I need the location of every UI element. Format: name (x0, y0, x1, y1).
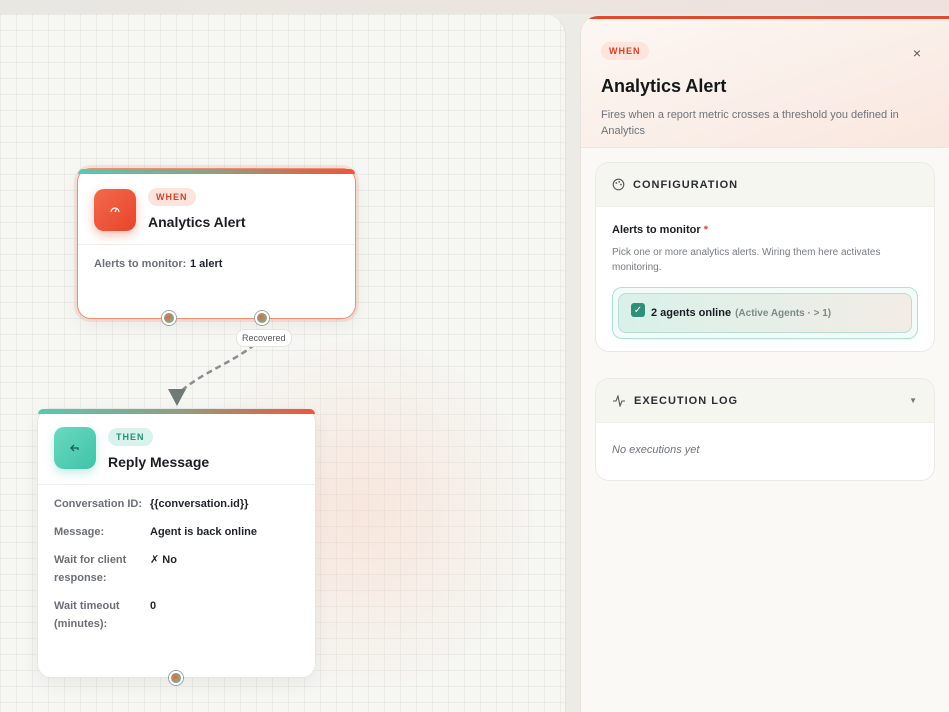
panel-header: WHEN Analytics Alert Fires when a report… (581, 19, 949, 148)
execution-log-empty: No executions yet (612, 444, 700, 456)
node-field: Message: Agent is back online (54, 523, 299, 541)
configuration-card: CONFIGURATION Alerts to monitor * Pick o… (595, 162, 935, 352)
field-label: Alerts to monitor * (612, 224, 918, 236)
panel-when-badge: WHEN (601, 42, 649, 60)
node-field: Wait for client response: ✗ No (54, 551, 299, 587)
then-node[interactable]: THEN Reply Message Conversation ID: {{co… (37, 408, 316, 678)
edge-label[interactable]: Recovered (236, 329, 292, 347)
node-field: Wait timeout (minutes): 0 (54, 597, 299, 633)
field-key: Wait for client response: (54, 554, 127, 584)
execution-log-heading: EXECUTION LOG (634, 394, 739, 407)
then-badge: THEN (108, 428, 153, 446)
field-value: ✗ No (150, 554, 177, 566)
alerts-multiselect[interactable]: ✓ 2 agents online (Active Agents · > 1) (612, 287, 918, 339)
reply-icon (54, 427, 96, 469)
execution-log-header[interactable]: EXECUTION LOG ▼ (596, 379, 934, 423)
activity-icon (613, 394, 625, 407)
field-help: Pick one or more analytics alerts. Wirin… (612, 247, 881, 273)
field-label-text: Alerts to monitor (612, 224, 701, 236)
checkbox[interactable]: ✓ (631, 303, 645, 317)
gauge-icon (94, 189, 136, 231)
node-field: Conversation ID: {{conversation.id}} (54, 495, 299, 513)
node-field: Alerts to monitor: 1 alert (94, 255, 339, 273)
node-header: THEN Reply Message (38, 409, 315, 485)
field-value: 1 alert (190, 258, 223, 270)
field-value: 0 (150, 600, 157, 612)
node-accent-bar (78, 169, 355, 174)
alert-option[interactable]: ✓ 2 agents online (Active Agents · > 1) (618, 293, 912, 333)
configuration-header: CONFIGURATION (596, 163, 934, 207)
output-port-default[interactable] (162, 311, 176, 325)
field-key: Alerts to monitor: (94, 258, 187, 270)
node-settings-panel: WHEN Analytics Alert Fires when a report… (580, 16, 949, 712)
field-value: Agent is back online (150, 526, 257, 538)
node-header: WHEN Analytics Alert (78, 169, 355, 245)
panel-title: Analytics Alert (601, 76, 727, 96)
panel-description: Fires when a report metric crosses a thr… (601, 109, 899, 137)
execution-log-card: EXECUTION LOG ▼ No executions yet (595, 378, 935, 481)
field-key: Conversation ID: (54, 498, 143, 510)
alert-option-name: 2 agents online (651, 307, 732, 319)
field-key: Message: (54, 526, 105, 538)
when-badge: WHEN (148, 188, 196, 206)
node-title: Reply Message (108, 454, 210, 470)
output-port[interactable] (169, 671, 183, 685)
field-value: {{conversation.id}} (150, 498, 249, 510)
alert-option-detail: (Active Agents · > 1) (735, 307, 832, 319)
output-port-recovered[interactable] (255, 311, 269, 325)
node-accent-bar (38, 409, 315, 414)
chevron-down-icon[interactable]: ▼ (909, 396, 918, 405)
when-node[interactable]: WHEN Analytics Alert Alerts to monitor: … (77, 168, 356, 319)
node-title: Analytics Alert (148, 214, 246, 230)
required-mark: * (703, 224, 708, 236)
palette-icon (612, 178, 625, 191)
field-key: Wait timeout (minutes): (54, 600, 120, 630)
configuration-heading: CONFIGURATION (633, 178, 739, 191)
close-button[interactable]: × (913, 45, 921, 61)
